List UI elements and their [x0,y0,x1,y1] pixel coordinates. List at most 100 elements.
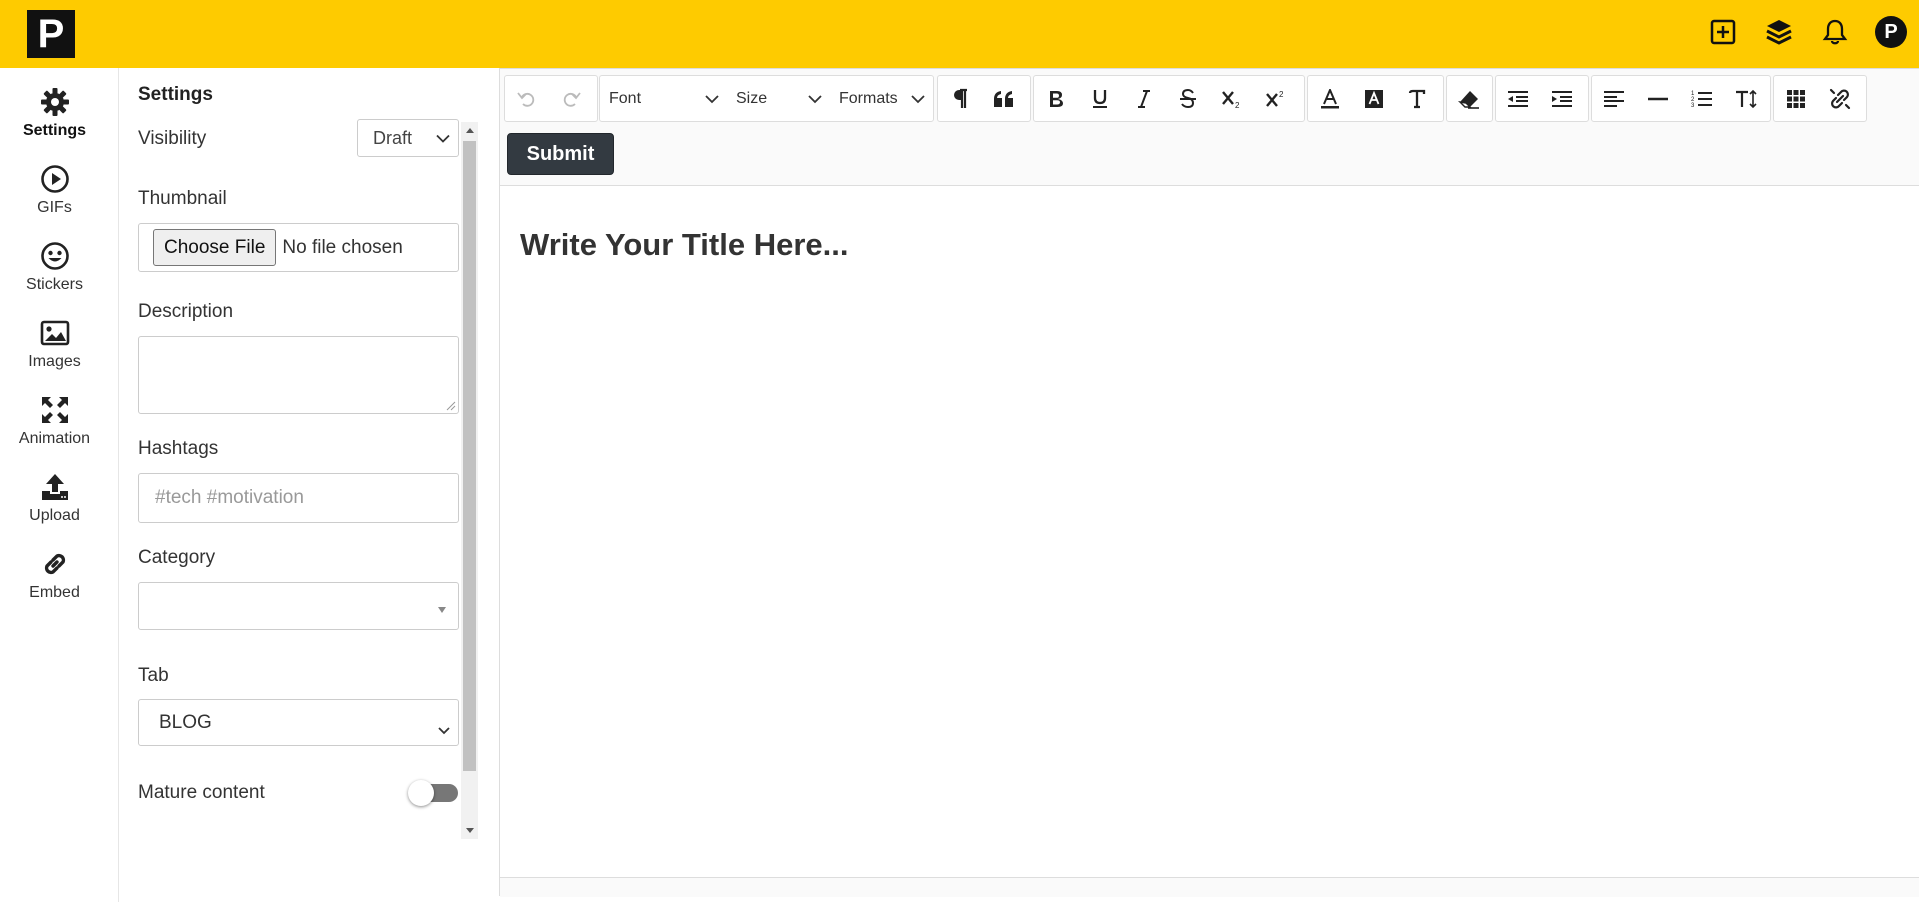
play-circle-icon [39,163,71,195]
svg-text:2: 2 [1279,90,1284,99]
expand-arrows-icon [39,394,71,426]
chevron-down-icon [438,719,450,741]
text-style-icon[interactable] [1396,76,1440,121]
sidebar-item-label: Animation [18,430,91,447]
align-left-icon[interactable] [1592,76,1636,121]
sidebar-item-label: Embed [29,584,80,601]
scroll-down-arrow-icon[interactable] [461,822,478,839]
tab-select[interactable]: BLOG [138,699,459,746]
highlight-color-icon[interactable] [1352,76,1396,121]
font-dropdown[interactable]: Font [600,76,727,121]
hashtags-input[interactable]: #tech #motivation [138,473,459,523]
insert-group [1773,75,1867,122]
description-textarea[interactable] [138,336,459,414]
size-dropdown[interactable]: Size [727,76,830,121]
paragraph-icon[interactable] [938,76,982,121]
upload-icon [39,471,71,503]
italic-icon[interactable] [1122,76,1166,121]
history-group [504,75,598,122]
scroll-up-arrow-icon[interactable] [461,122,478,139]
svg-text:2: 2 [1235,101,1240,109]
horizontal-rule-icon[interactable] [1636,76,1680,121]
svg-text:3: 3 [1691,103,1695,109]
bold-icon[interactable] [1034,76,1078,121]
editor-status-bar [500,877,1919,897]
undo-icon[interactable] [505,76,549,121]
mature-content-label: Mature content [138,782,265,803]
block-group [937,75,1031,122]
smiley-icon [39,240,71,272]
superscript-icon[interactable]: 2 [1254,76,1298,121]
category-label: Category [138,547,216,568]
strikethrough-icon[interactable] [1166,76,1210,121]
eraser-icon[interactable] [1447,76,1491,121]
underline-icon[interactable] [1078,76,1122,121]
sidebar-item-label: Images [28,353,81,370]
paragraph-group: 123 [1591,75,1771,122]
mature-content-toggle[interactable] [408,780,458,806]
description-label: Description [138,301,234,322]
chevron-down-icon [436,128,450,149]
sidebar-item-animation[interactable]: Animation [0,394,109,464]
indent-icon[interactable] [1540,76,1584,121]
chevron-down-icon [705,91,719,109]
formats-dropdown[interactable]: Formats [830,76,933,121]
sidebar-item-gifs[interactable]: GIFs [0,163,109,233]
visibility-select[interactable]: Draft [357,119,459,157]
chevron-down-icon [911,91,925,109]
thumbnail-label: Thumbnail [138,188,227,209]
file-status: No file chosen [282,236,403,258]
settings-panel: Settings Visibility Draft Thumbnail Choo… [138,68,480,840]
visibility-label: Visibility [138,128,207,149]
caret-down-icon [438,600,446,618]
title-placeholder[interactable]: Write Your Title Here... [520,227,848,263]
plus-square-icon[interactable] [1707,16,1739,48]
top-bar: P P [0,0,1919,68]
submit-button[interactable]: Submit [507,133,614,175]
font-group: Font Size Formats [599,75,934,122]
resize-handle-icon[interactable] [446,401,456,411]
line-height-icon[interactable] [1724,76,1768,121]
sidebar-item-stickers[interactable]: Stickers [0,240,109,310]
sidebar-item-label: GIFs [37,199,72,216]
logo[interactable]: P [27,10,75,58]
scroll-thumb[interactable] [463,141,476,771]
sidebar-item-settings[interactable]: Settings [0,86,109,156]
avatar[interactable]: P [1875,16,1907,48]
quote-icon[interactable] [982,76,1026,121]
sidebar-item-images[interactable]: Images [0,317,109,387]
tab-value: BLOG [159,711,212,733]
visibility-value: Draft [373,127,413,148]
toggle-knob [408,780,434,806]
gear-icon [39,86,71,118]
bell-icon[interactable] [1819,16,1851,48]
editor-toolbar: Font Size Formats 2 2 1 2 3 Submit [500,69,1919,186]
sidebar-item-label: Settings [22,122,87,139]
font-color-icon[interactable] [1308,76,1352,121]
image-icon [39,317,71,349]
clear-format-group [1446,75,1493,122]
outdent-icon[interactable] [1496,76,1540,121]
hashtags-label: Hashtags [138,438,219,459]
sidebar-item-label: Stickers [26,276,83,293]
indent-group [1495,75,1589,122]
choose-file-button[interactable]: Choose File [153,229,277,266]
category-select[interactable] [138,582,459,630]
hashtags-placeholder: #tech #motivation [155,487,304,508]
unlink-icon[interactable] [1818,76,1862,121]
left-nav: Settings GIFs Stickers Images Animation … [0,68,119,902]
table-icon[interactable] [1774,76,1818,121]
sidebar-item-embed[interactable]: Embed [0,548,109,618]
thumbnail-file-input: Choose File No file chosen [138,223,459,272]
numbered-list-icon[interactable]: 123 [1680,76,1724,121]
settings-title: Settings [138,84,213,105]
settings-scrollbar[interactable] [461,122,478,839]
sidebar-item-upload[interactable]: Upload [0,471,109,541]
tab-label: Tab [138,665,169,686]
redo-icon[interactable] [549,76,593,121]
layers-icon[interactable] [1763,16,1795,48]
editor: Font Size Formats 2 2 1 2 3 Submit Write… [499,68,1919,897]
subscript-icon[interactable]: 2 [1210,76,1254,121]
color-group [1307,75,1444,122]
sidebar-item-label: Upload [29,507,80,524]
